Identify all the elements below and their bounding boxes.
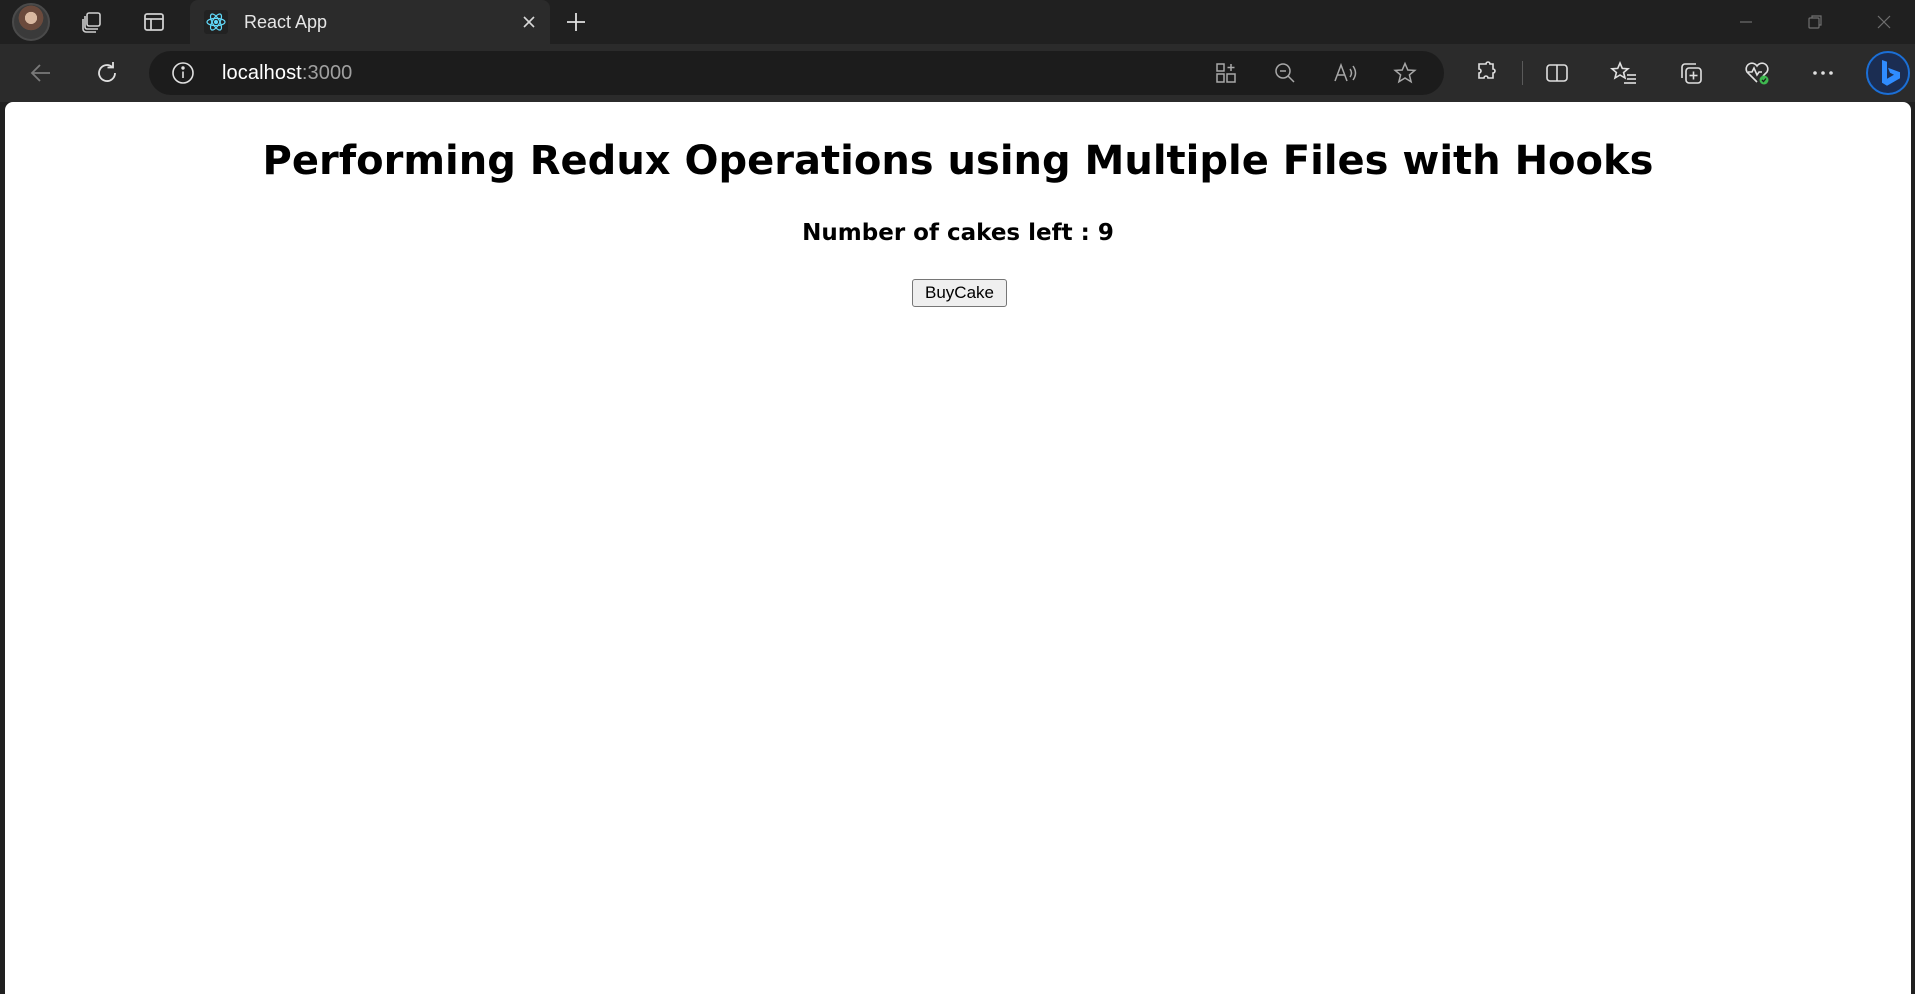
react-logo-icon [204,10,228,34]
workspaces-icon[interactable] [66,0,118,44]
refresh-icon[interactable] [86,53,128,93]
new-tab-icon[interactable] [558,7,594,37]
bing-copilot-icon[interactable] [1865,50,1911,96]
back-arrow-icon[interactable] [20,53,62,93]
more-options-icon[interactable] [1800,53,1846,93]
tab-title: React App [244,12,328,32]
page-viewport: Performing Redux Operations using Multip… [5,102,1911,994]
cakes-count-label: Number of cakes left : 9 [802,220,1114,246]
collections-icon[interactable] [1668,53,1714,93]
url-text[interactable]: localhost:3000 [222,62,352,85]
zoom-out-icon[interactable] [1265,57,1305,89]
tab-strip: React App [0,0,1915,44]
buy-cake-button[interactable]: BuyCake [912,279,1007,307]
close-tab-icon[interactable] [516,9,542,35]
extensions-icon[interactable] [1463,53,1509,93]
page-title: Performing Redux Operations using Multip… [262,138,1654,184]
minimize-icon[interactable] [1712,0,1780,44]
site-info-icon[interactable] [171,61,195,85]
split-screen-icon[interactable] [1534,53,1580,93]
restore-icon[interactable] [1781,0,1849,44]
close-window-icon[interactable] [1850,0,1915,44]
favorites-icon[interactable] [1601,53,1647,93]
toolbar-divider [1522,61,1523,85]
profile-avatar[interactable] [12,3,50,41]
url-host: localhost [222,62,302,84]
favorite-star-icon[interactable] [1385,57,1425,89]
browser-essentials-icon[interactable] [1734,53,1780,93]
read-aloud-icon[interactable] [1325,57,1365,89]
tab-react-app[interactable]: React App [190,0,550,44]
browser-toolbar: localhost:3000 [0,44,1915,102]
url-port: :3000 [301,62,353,84]
vertical-tabs-icon[interactable] [128,0,180,44]
app-available-icon[interactable] [1206,57,1246,89]
browser-window: React App localhost:3000 Performing Redu… [0,0,1915,994]
address-bar[interactable]: localhost:3000 [149,51,1444,95]
